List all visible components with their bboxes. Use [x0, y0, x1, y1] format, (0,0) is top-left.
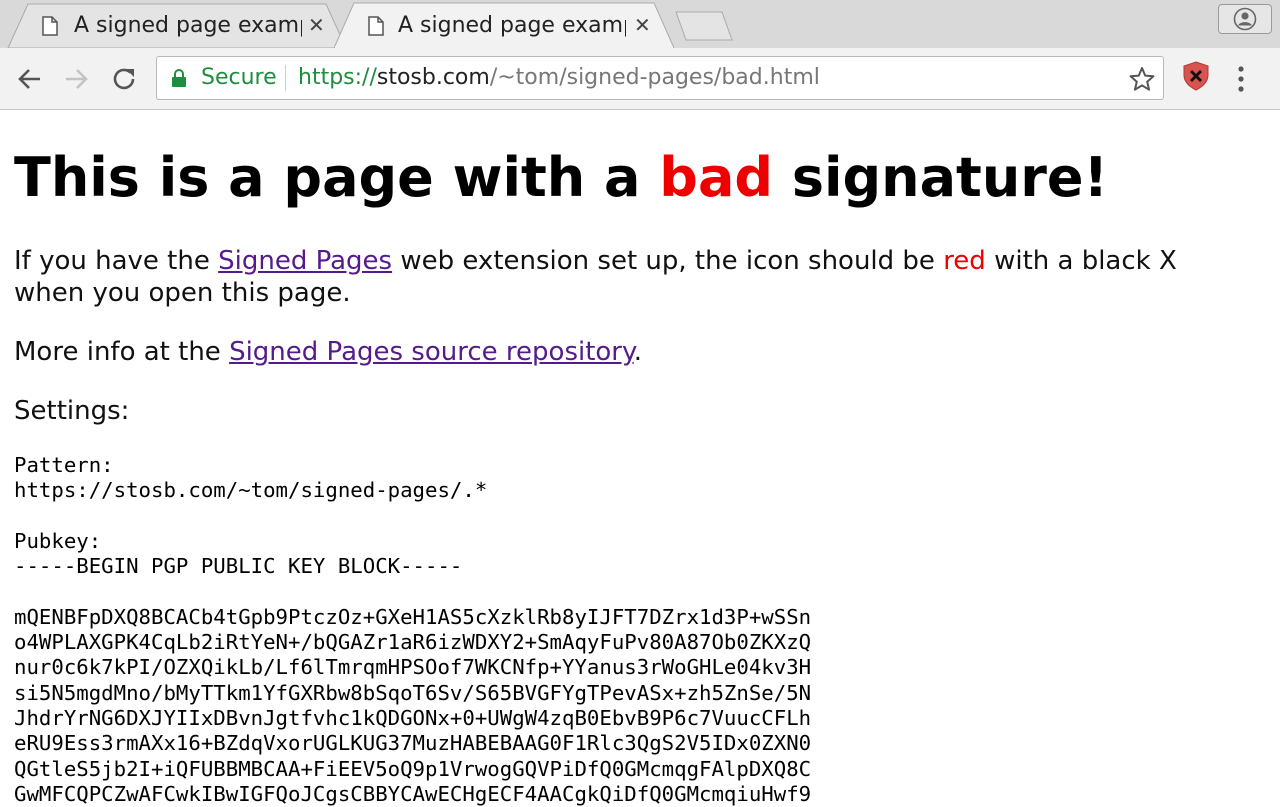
reload-icon[interactable] — [106, 61, 142, 97]
signed-pages-link[interactable]: Signed Pages — [218, 246, 392, 276]
pattern-value: https://stosb.com/~tom/signed-pages/.* — [14, 478, 488, 503]
tab-title: A signed page example — [74, 13, 302, 38]
key-line: si5N5mgdMno/bMyTTkm1YfGXRbw8bSqoT6Sv/S65… — [14, 680, 812, 705]
key-line: o4WPLAXGPK4CqLb2iRtYeN+/bQGAZr1aR6izWDXY… — [14, 630, 812, 655]
new-tab-button[interactable] — [674, 10, 734, 42]
page-icon — [368, 16, 384, 36]
source-repository-link[interactable]: Signed Pages source repository — [229, 337, 634, 367]
lock-icon — [172, 69, 186, 87]
pubkey-header: -----BEGIN PGP PUBLIC KEY BLOCK----- — [14, 554, 463, 579]
tab-active[interactable]: A signed page example ✕ — [334, 2, 674, 48]
secure-label: Secure — [201, 65, 277, 90]
red-word: red — [943, 246, 986, 276]
page-icon — [42, 16, 58, 36]
intro-text-end: with a black X — [985, 246, 1177, 276]
user-icon — [1233, 7, 1257, 31]
key-line: QGtleS5jb2I+iQFUBBMBCAA+FiEEV5oQ9p1Vrwog… — [14, 756, 812, 781]
tab-title: A signed page example — [398, 13, 626, 38]
pattern-label: Pattern: — [14, 453, 114, 477]
omnibox-divider — [285, 65, 286, 91]
intro-text-mid: web extension set up, the icon should be — [392, 246, 944, 276]
pubkey-block: Pubkey: -----BEGIN PGP PUBLIC KEY BLOCK-… — [14, 529, 811, 807]
key-line: JhdrYrNG6DXJYIIxDBvnJgtfvhc1kQDGONx+0+UW… — [14, 706, 812, 731]
tab-inactive[interactable]: A signed page example ✕ — [6, 2, 346, 48]
key-line: eRU9Ess3rmAXx16+BZdqVxorUGLKUG37MuzHABEB… — [14, 731, 812, 756]
back-icon[interactable] — [12, 61, 48, 97]
more-info-paragraph: More info at the Signed Pages source rep… — [14, 336, 642, 368]
url-scheme: https:// — [298, 65, 377, 90]
more-info-period: . — [633, 337, 642, 367]
key-line: GwMFCQPCZwAFCwkIBwIGFQoJCgsCBBYCAwECHgEC… — [14, 781, 812, 806]
url-path: /~tom/signed-pages/bad.html — [489, 65, 820, 90]
url-text[interactable]: https://stosb.com/~tom/signed-pages/bad.… — [298, 65, 820, 91]
heading-text: This is a page with a — [14, 146, 660, 209]
intro-text: If you have the — [14, 246, 219, 276]
intro-text-line2: when you open this page. — [14, 278, 351, 308]
profile-button[interactable] — [1218, 4, 1272, 34]
forward-icon[interactable] — [58, 61, 94, 97]
menu-icon[interactable] — [1238, 66, 1244, 92]
url-host: stosb.com — [376, 65, 490, 90]
toolbar: Secure https://stosb.com/~tom/signed-pag… — [0, 48, 1280, 110]
heading-text-end: signature! — [773, 146, 1109, 209]
key-line: mQENBFpDXQ8BCACb4tGpb9PtczOz+GXeH1AS5cXz… — [14, 604, 812, 629]
pubkey-label: Pubkey: — [14, 529, 102, 553]
pattern-block: Pattern: https://stosb.com/~tom/signed-p… — [14, 453, 487, 504]
page-heading: This is a page with a bad signature! — [14, 146, 1108, 210]
signed-pages-extension-icon[interactable] — [1182, 61, 1210, 91]
star-icon[interactable] — [1129, 66, 1155, 92]
settings-label: Settings: — [14, 396, 130, 426]
key-line: nur0c6k7kPI/OZXQikLb/Lf6lTmrqmHPSOof7WKC… — [14, 655, 812, 680]
close-icon[interactable]: ✕ — [634, 15, 651, 35]
heading-bad-word: bad — [659, 146, 774, 209]
more-info-text: More info at the — [14, 337, 230, 367]
close-icon[interactable]: ✕ — [308, 15, 325, 35]
address-bar[interactable]: Secure https://stosb.com/~tom/signed-pag… — [156, 56, 1164, 100]
intro-paragraph: If you have the Signed Pages web extensi… — [14, 245, 1177, 309]
tab-strip: A signed page example ✕ A signed page ex… — [0, 0, 1280, 48]
